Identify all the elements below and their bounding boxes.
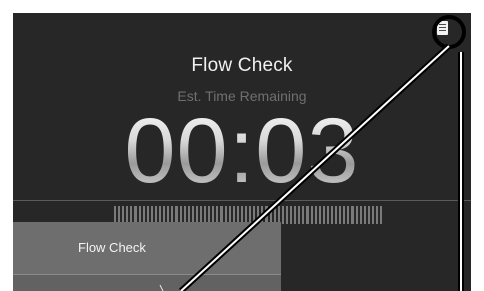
progress-tick xyxy=(290,206,293,224)
progress-tick xyxy=(351,206,354,224)
progress-tick xyxy=(302,206,305,224)
progress-tick xyxy=(335,206,338,224)
progress-tick xyxy=(355,206,358,224)
progress-tick xyxy=(363,206,366,224)
progress-tick xyxy=(285,206,289,224)
progress-tick xyxy=(281,206,284,224)
progress-tick xyxy=(294,206,297,224)
progress-tick xyxy=(347,206,350,224)
progress-tick xyxy=(306,206,309,224)
divider xyxy=(13,200,471,201)
progress-tick xyxy=(371,206,374,224)
progress-tick xyxy=(330,206,334,224)
progress-tick xyxy=(318,206,321,224)
progress-tick xyxy=(376,206,379,224)
progress-tick xyxy=(310,206,313,224)
list-icon[interactable] xyxy=(437,21,448,35)
panel-lower-row[interactable] xyxy=(13,275,281,291)
progress-tick xyxy=(326,206,329,224)
progress-tick xyxy=(367,206,370,224)
progress-tick xyxy=(380,206,383,224)
progress-tick xyxy=(343,206,346,224)
countdown-timer: 00:03 xyxy=(13,99,471,203)
progress-tick xyxy=(339,206,342,224)
progress-tick xyxy=(322,206,325,224)
display-screen: Flow Check Est. Time Remaining 00:03 Flo… xyxy=(13,13,471,291)
progress-tick xyxy=(298,206,301,224)
screen-title: Flow Check xyxy=(191,55,293,76)
progress-tick xyxy=(314,206,317,224)
panel-label: Flow Check xyxy=(78,240,146,255)
progress-tick xyxy=(359,206,362,224)
flow-check-panel[interactable]: Flow Check xyxy=(13,222,281,275)
